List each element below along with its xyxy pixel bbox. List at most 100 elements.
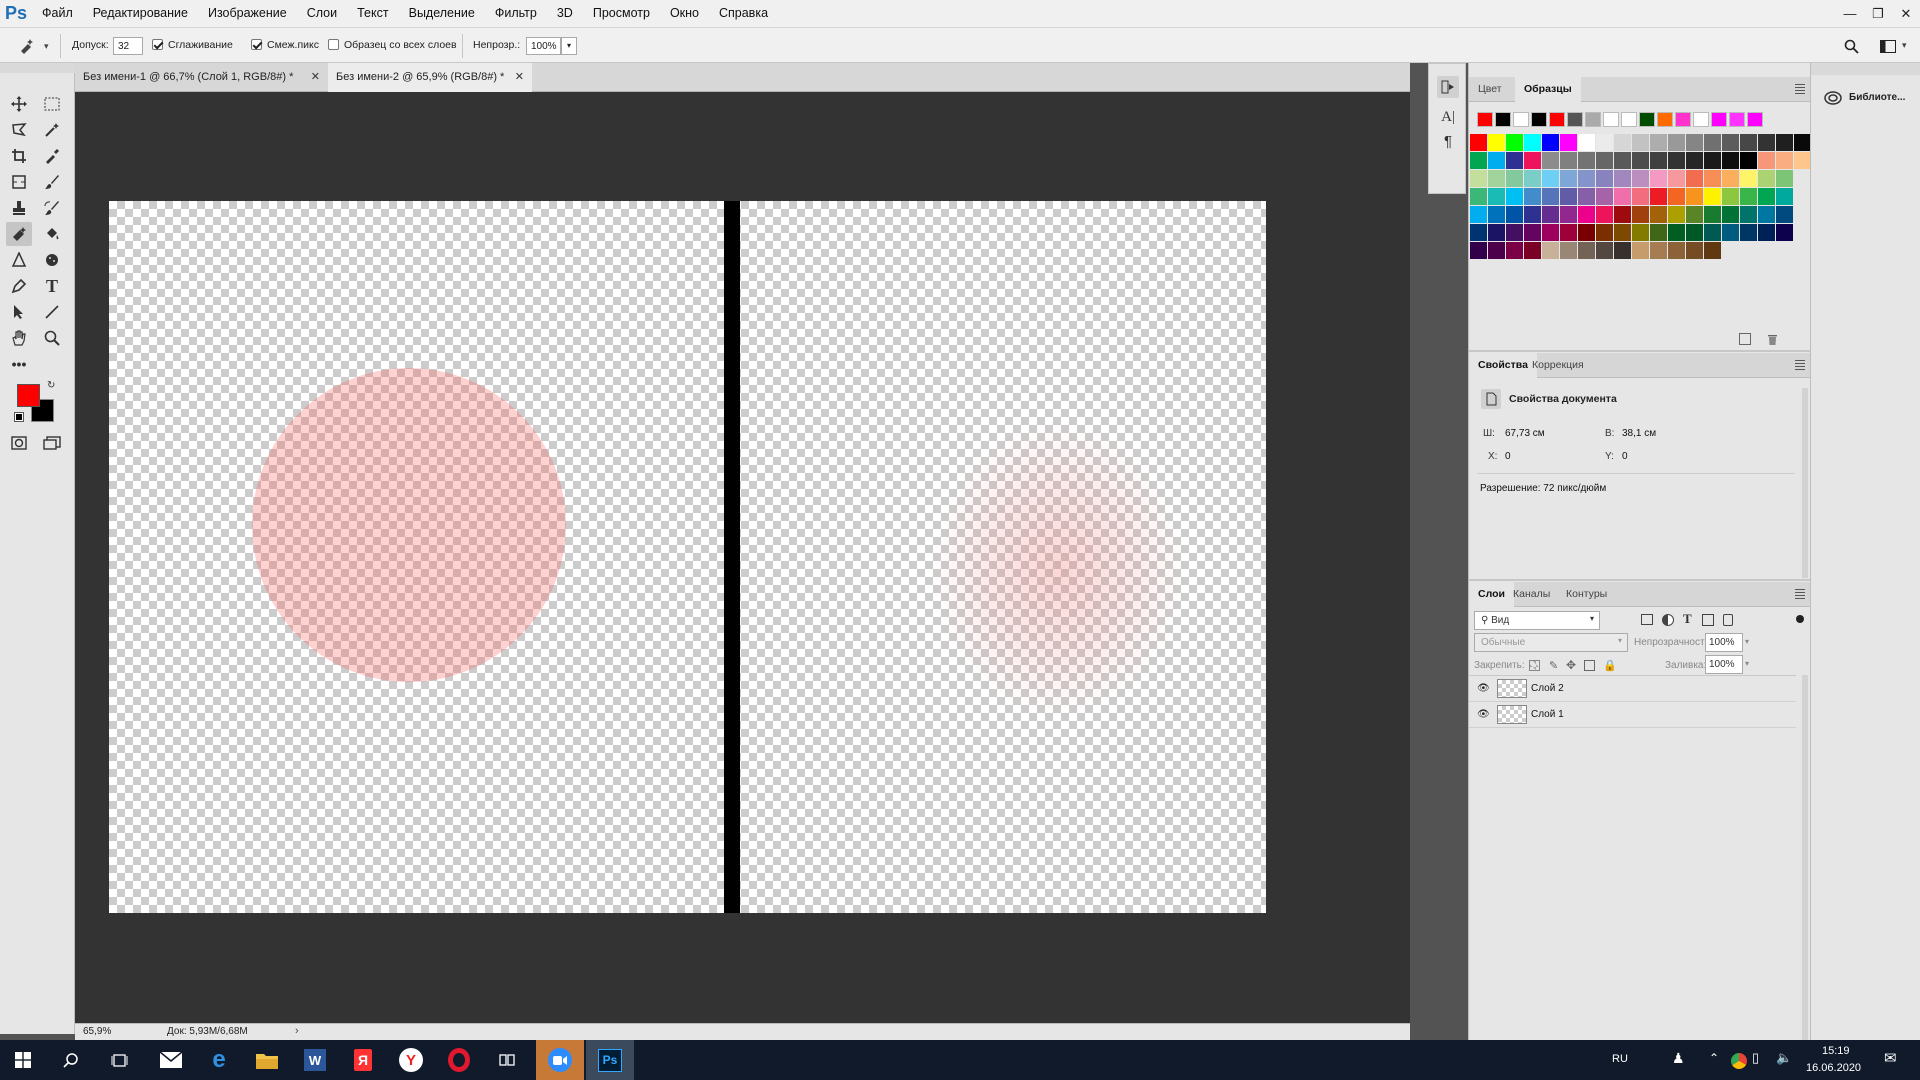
swatch[interactable] (1650, 170, 1667, 187)
default-colors-icon[interactable] (14, 412, 24, 422)
swatch[interactable] (1686, 134, 1703, 151)
swatch[interactable] (1524, 152, 1541, 169)
swap-colors-icon[interactable]: ↻ (47, 380, 55, 391)
swatch[interactable] (1650, 242, 1667, 259)
swatch[interactable] (1632, 188, 1649, 205)
swatch[interactable] (1506, 206, 1523, 223)
recent-swatch[interactable] (1729, 112, 1745, 127)
menu-image[interactable]: Изображение (198, 0, 297, 27)
swatch[interactable] (1686, 152, 1703, 169)
recent-swatch[interactable] (1675, 112, 1691, 127)
task-view-icon[interactable] (96, 1040, 142, 1080)
lock-artboard-icon[interactable] (1584, 660, 1595, 671)
width-value[interactable]: 67,73 см (1505, 428, 1545, 439)
swatch[interactable] (1704, 206, 1721, 223)
swatch[interactable] (1524, 206, 1541, 223)
photoshop-taskbar-icon[interactable]: Ps (586, 1040, 634, 1080)
swatch[interactable] (1740, 152, 1757, 169)
menu-select[interactable]: Выделение (399, 0, 485, 27)
hand-tool-icon[interactable] (6, 326, 32, 350)
recent-swatch[interactable] (1711, 112, 1727, 127)
swatch[interactable] (1776, 152, 1793, 169)
marquee-tool-icon[interactable] (39, 92, 65, 116)
swatch[interactable] (1542, 170, 1559, 187)
recent-swatch[interactable] (1549, 112, 1565, 127)
swatch[interactable] (1794, 134, 1811, 151)
frame-tool-icon[interactable] (6, 170, 32, 194)
filter-adjustment-icon[interactable] (1662, 614, 1674, 626)
swatch[interactable] (1650, 188, 1667, 205)
swatch[interactable] (1722, 134, 1739, 151)
layer-filter-select[interactable]: ⚲ Вид ▾ (1474, 611, 1600, 630)
chevron-down-icon[interactable]: ▾ (1745, 637, 1749, 646)
lock-paint-icon[interactable]: ✎ (1549, 659, 1558, 672)
opacity-input[interactable]: 100% (526, 37, 561, 55)
eraser-tool-icon[interactable] (6, 222, 32, 246)
restore-icon[interactable]: ❐ (1864, 0, 1892, 27)
swatch[interactable] (1704, 170, 1721, 187)
swatch[interactable] (1560, 170, 1577, 187)
swatch[interactable] (1560, 206, 1577, 223)
recent-swatch[interactable] (1639, 112, 1655, 127)
swatch[interactable] (1488, 242, 1505, 259)
recent-swatch[interactable] (1603, 112, 1619, 127)
swatch[interactable] (1686, 224, 1703, 241)
swatch[interactable] (1596, 242, 1613, 259)
swatch[interactable] (1650, 152, 1667, 169)
swatch[interactable] (1596, 134, 1613, 151)
swatch[interactable] (1560, 134, 1577, 151)
recent-swatch[interactable] (1585, 112, 1601, 127)
app-window-icon[interactable] (484, 1040, 530, 1080)
path-selection-tool-icon[interactable] (6, 300, 32, 324)
swatch[interactable] (1722, 206, 1739, 223)
swatch[interactable] (1722, 224, 1739, 241)
lasso-tool-icon[interactable] (6, 118, 32, 142)
character-panel-icon[interactable]: A| (1437, 106, 1459, 128)
edge-browser-icon[interactable]: e (196, 1040, 242, 1080)
type-tool-icon[interactable]: T (39, 274, 65, 298)
swatch[interactable] (1668, 242, 1685, 259)
swatch[interactable] (1740, 188, 1757, 205)
swatch[interactable] (1758, 134, 1775, 151)
swatch[interactable] (1578, 134, 1595, 151)
chevron-right-icon[interactable]: › (295, 1025, 299, 1037)
word-app-icon[interactable]: W (292, 1040, 338, 1080)
swatch[interactable] (1560, 224, 1577, 241)
swatch[interactable] (1776, 206, 1793, 223)
paint-bucket-tool-icon[interactable] (39, 222, 65, 246)
swatch[interactable] (1704, 224, 1721, 241)
brush-tool-icon[interactable] (39, 170, 65, 194)
height-value[interactable]: 38,1 см (1622, 428, 1656, 439)
people-icon[interactable]: ♟ (1672, 1050, 1685, 1067)
swatch[interactable] (1470, 188, 1487, 205)
tab-channels[interactable]: Каналы (1504, 582, 1559, 607)
swatch[interactable] (1614, 134, 1631, 151)
swatch[interactable] (1632, 206, 1649, 223)
swatch[interactable] (1488, 206, 1505, 223)
swatch[interactable] (1686, 242, 1703, 259)
stamp-tool-icon[interactable] (6, 196, 32, 220)
search-icon[interactable] (48, 1040, 94, 1080)
swatch[interactable] (1578, 206, 1595, 223)
crop-tool-icon[interactable] (6, 144, 32, 168)
antialias-checkbox[interactable] (152, 39, 163, 50)
panel-menu-icon[interactable] (1795, 360, 1805, 372)
swatch[interactable] (1632, 134, 1649, 151)
sponge-tool-icon[interactable] (39, 248, 65, 272)
file-explorer-icon[interactable] (244, 1040, 290, 1080)
yandex-browser-icon[interactable]: Y (388, 1040, 434, 1080)
chrome-tray-icon[interactable] (1731, 1053, 1747, 1069)
filter-pixel-icon[interactable] (1641, 614, 1653, 625)
opera-browser-icon[interactable] (436, 1040, 482, 1080)
swatch[interactable] (1470, 206, 1487, 223)
swatch[interactable] (1596, 170, 1613, 187)
quick-mask-icon[interactable] (6, 431, 32, 455)
swatch[interactable] (1596, 152, 1613, 169)
recent-swatch[interactable] (1531, 112, 1547, 127)
eyedropper-tool-icon[interactable] (39, 144, 65, 168)
minimize-icon[interactable]: — (1836, 0, 1864, 27)
swatch[interactable] (1578, 224, 1595, 241)
swatch[interactable] (1542, 206, 1559, 223)
recent-swatch[interactable] (1513, 112, 1529, 127)
zoom-level[interactable]: 65,9% (83, 1026, 111, 1037)
